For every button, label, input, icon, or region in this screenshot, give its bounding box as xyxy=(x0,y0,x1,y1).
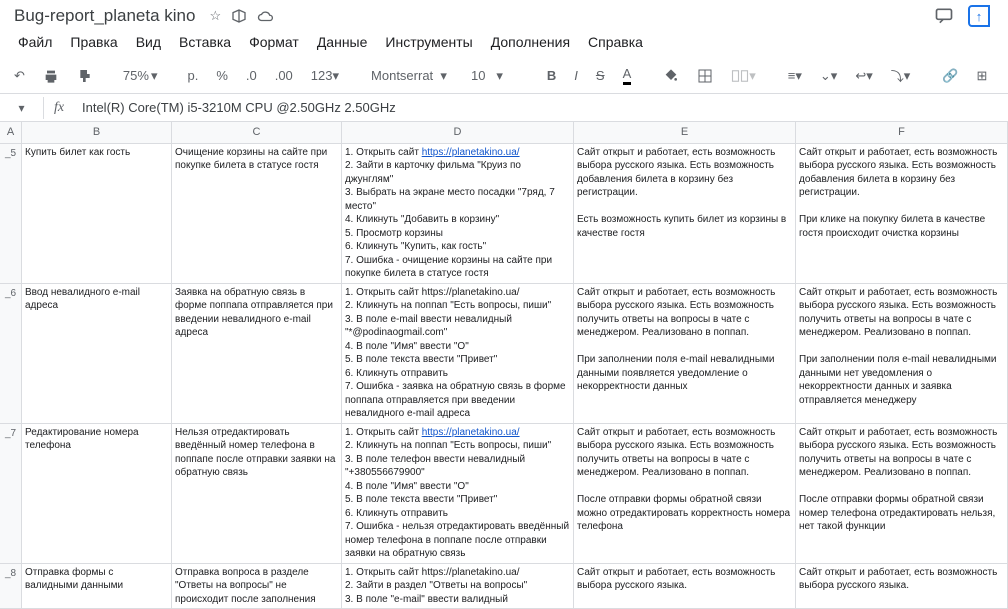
cell[interactable]: Сайт открыт и работает, есть возможность… xyxy=(574,424,796,564)
cell[interactable]: 1. Открыть сайт https://planetakino.ua/ … xyxy=(342,144,574,284)
name-box[interactable]: ▾ xyxy=(0,97,44,119)
row-header[interactable]: _5 xyxy=(0,144,22,284)
number-format-button[interactable]: 123 ▾ xyxy=(305,64,345,88)
decrease-decimal-button[interactable]: .0 xyxy=(240,64,263,87)
cell[interactable]: Отправка вопроса в разделе "Ответы на во… xyxy=(172,564,342,609)
cell[interactable]: 1. Открыть сайт https://planetakino.ua/ … xyxy=(342,424,574,564)
cell[interactable]: Сайт открыт и работает, есть возможность… xyxy=(796,144,1008,284)
cell-link: https://planetakino.ua/ xyxy=(422,147,520,158)
wrap-button[interactable]: ↩ ▾ xyxy=(849,64,878,88)
cell[interactable]: Заявка на обратную связь в форме поппапа… xyxy=(172,284,342,424)
menu-edit[interactable]: Правка xyxy=(62,30,125,54)
menu-view[interactable]: Вид xyxy=(128,30,169,54)
cell[interactable]: Отправка формы с валидными данными xyxy=(22,564,172,609)
halign-button[interactable]: ≡ ▾ xyxy=(782,64,808,88)
row-header[interactable]: _8 xyxy=(0,564,22,609)
menu-data[interactable]: Данные xyxy=(309,30,376,54)
italic-button[interactable]: I xyxy=(568,64,584,87)
font-select[interactable]: Montserrat ▾ xyxy=(365,66,445,86)
formula-bar[interactable]: Intel(R) Core(TM) i5-3210M CPU @2.50GHz … xyxy=(74,96,1008,119)
print-button[interactable] xyxy=(37,64,65,88)
cloud-icon[interactable] xyxy=(257,9,275,23)
percent-button[interactable]: % xyxy=(210,64,234,87)
undo-button[interactable]: ↶ xyxy=(8,64,31,88)
merge-button[interactable]: ▾ xyxy=(725,64,762,88)
col-header-a[interactable]: A xyxy=(0,122,22,144)
paint-format-button[interactable] xyxy=(71,64,99,88)
cell[interactable]: Сайт открыт и работает, есть возможность… xyxy=(796,564,1008,609)
borders-button[interactable] xyxy=(691,64,719,88)
move-icon[interactable] xyxy=(231,8,247,24)
toolbar: ↶ 75% ▾ р. % .0 .00 123 ▾ Montserrat ▾ 1… xyxy=(0,58,1008,94)
cell[interactable]: Сайт открыт и работает, есть возможность… xyxy=(574,564,796,609)
cell[interactable]: Очищение корзины на сайте при покупке би… xyxy=(172,144,342,284)
cell[interactable]: 1. Открыть сайт https://planetakino.ua/ … xyxy=(342,284,574,424)
link-button[interactable]: 🔗 xyxy=(936,64,964,88)
col-header-c[interactable]: C xyxy=(172,122,342,144)
row-header[interactable]: _7 xyxy=(0,424,22,564)
menu-tools[interactable]: Инструменты xyxy=(377,30,480,54)
spreadsheet-grid: A B C D E F _5 Купить билет как гость Оч… xyxy=(0,122,1008,609)
col-header-e[interactable]: E xyxy=(574,122,796,144)
menu-file[interactable]: Файл xyxy=(10,30,60,54)
menu-addons[interactable]: Дополнения xyxy=(483,30,578,54)
cell[interactable]: Сайт открыт и работает, есть возможность… xyxy=(574,144,796,284)
font-size-select[interactable]: 10 ▾ xyxy=(465,66,521,86)
cell[interactable]: Сайт открыт и работает, есть возможность… xyxy=(574,284,796,424)
menu-help[interactable]: Справка xyxy=(580,30,651,54)
cell[interactable]: Ввод невалидного e-mail адреса xyxy=(22,284,172,424)
cell[interactable]: Редактирование номера телефона xyxy=(22,424,172,564)
menu-format[interactable]: Формат xyxy=(241,30,307,54)
comment-icon[interactable] xyxy=(934,6,954,26)
cell[interactable]: Купить билет как гость xyxy=(22,144,172,284)
zoom-select[interactable]: 75% ▾ xyxy=(119,66,162,86)
increase-decimal-button[interactable]: .00 xyxy=(269,64,299,87)
col-header-b[interactable]: B xyxy=(22,122,172,144)
valign-button[interactable]: ⌄ ▾ xyxy=(814,64,843,88)
menu-insert[interactable]: Вставка xyxy=(171,30,239,54)
col-header-d[interactable]: D xyxy=(342,122,574,144)
fill-color-button[interactable] xyxy=(657,64,685,88)
insert-chart-button[interactable]: ⊞ xyxy=(971,64,994,88)
cell-link: https://planetakino.ua/ xyxy=(422,427,520,438)
strike-button[interactable]: S xyxy=(590,64,611,87)
cell[interactable]: Сайт открыт и работает, есть возможность… xyxy=(796,284,1008,424)
bold-button[interactable]: B xyxy=(541,64,562,87)
menu-bar: Файл Правка Вид Вставка Формат Данные Ин… xyxy=(10,28,998,58)
star-icon[interactable]: ☆ xyxy=(209,8,221,24)
filter-button[interactable]: ▼ xyxy=(999,64,1008,87)
fx-icon: fx xyxy=(44,100,74,116)
currency-button[interactable]: р. xyxy=(181,64,204,87)
cell[interactable]: Сайт открыт и работает, есть возможность… xyxy=(796,424,1008,564)
rotate-button[interactable]: ⤵ ▾ xyxy=(885,62,917,89)
cell[interactable]: Нельзя отредактировать введённый номер т… xyxy=(172,424,342,564)
document-title[interactable]: Bug-report_planeta kino xyxy=(10,4,199,28)
row-header[interactable]: _6 xyxy=(0,284,22,424)
col-header-f[interactable]: F xyxy=(796,122,1008,144)
share-button[interactable]: ↑ xyxy=(968,5,990,27)
text-color-button[interactable]: A xyxy=(617,62,638,89)
cell[interactable]: 1. Открыть сайт https://planetakino.ua/ … xyxy=(342,564,574,609)
